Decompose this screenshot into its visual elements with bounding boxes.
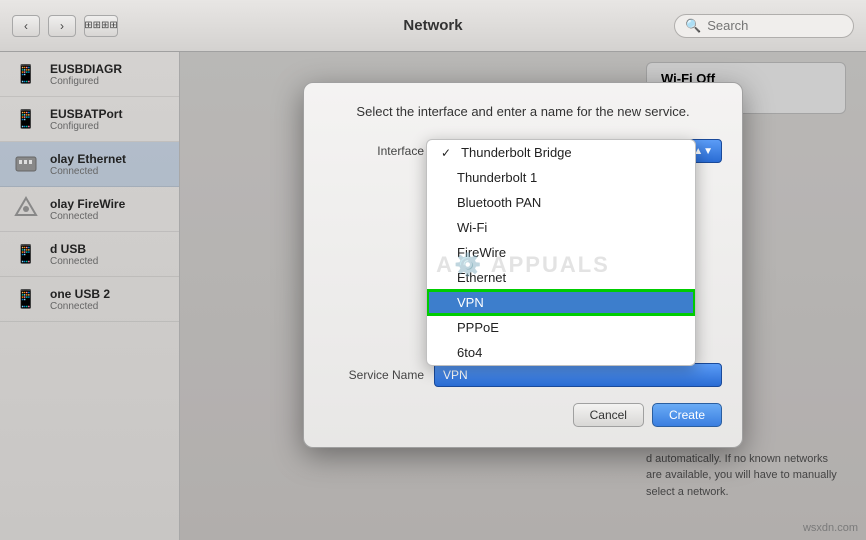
sidebar-item-name: one USB 2: [50, 287, 110, 301]
sidebar-item-firewire[interactable]: olay FireWire Connected: [0, 187, 179, 232]
dropdown-item-firewire[interactable]: FireWire: [427, 240, 695, 265]
device-icon: 📱: [10, 103, 42, 135]
firewire-icon: [10, 193, 42, 225]
nav-controls: ‹ › ⊞⊞⊞⊞: [12, 15, 118, 37]
interface-label: Interface: [324, 144, 434, 158]
grid-icon: ⊞⊞⊞⊞: [84, 20, 118, 31]
grid-button[interactable]: ⊞⊞⊞⊞: [84, 15, 118, 37]
main-area: 📱 EUSBDIAGR Configured 📱 EUSBATPort Conf…: [0, 52, 866, 540]
sidebar-item-name: EUSBATPort: [50, 107, 122, 121]
dialog-buttons: Cancel Create: [324, 403, 722, 427]
window-title: Network: [403, 17, 462, 34]
dropdown-item-bluetooth-pan[interactable]: Bluetooth PAN: [427, 190, 695, 215]
service-name-label: Service Name: [324, 368, 434, 382]
dropdown-item-label: FireWire: [457, 245, 506, 260]
sidebar-item-status: Configured: [50, 76, 122, 87]
back-button[interactable]: ‹: [12, 15, 40, 37]
dropdown-item-label: PPPoE: [457, 320, 499, 335]
dropdown-item-thunderbolt1[interactable]: Thunderbolt 1: [427, 165, 695, 190]
dropdown-item-label: Ethernet: [457, 270, 506, 285]
sidebar-item-ethernet[interactable]: olay Ethernet Connected: [0, 142, 179, 187]
usb2-icon: 📱: [10, 283, 42, 315]
dropdown-arrow-icon: ▲▼: [693, 146, 713, 157]
dropdown-item-pppoe[interactable]: PPPoE: [427, 315, 695, 340]
sidebar-item-usb[interactable]: 📱 d USB Connected: [0, 232, 179, 277]
dropdown-item-label: VPN: [457, 295, 484, 310]
sidebar-item-status: Connected: [50, 166, 126, 177]
dropdown-item-wifi[interactable]: Wi-Fi: [427, 215, 695, 240]
search-box[interactable]: 🔍: [674, 14, 854, 38]
dropdown-item-6to4[interactable]: 6to4: [427, 340, 695, 365]
ethernet-icon: [10, 148, 42, 180]
device-icon: 📱: [10, 58, 42, 90]
dropdown-item-label: Wi-Fi: [457, 220, 487, 235]
interface-row: Interface Thunderbolt Bridge ▲▼ ✓: [324, 139, 722, 163]
service-name-control: [434, 363, 722, 387]
interface-dropdown-container: Thunderbolt Bridge ▲▼ ✓ Thunderbolt Brid…: [434, 139, 722, 163]
title-bar: ‹ › ⊞⊞⊞⊞ Network 🔍: [0, 0, 866, 52]
usb-icon: 📱: [10, 238, 42, 270]
sidebar: 📱 EUSBDIAGR Configured 📱 EUSBATPort Conf…: [0, 52, 180, 540]
new-service-dialog: Select the interface and enter a name fo…: [303, 82, 743, 448]
sidebar-item-status: Connected: [50, 211, 125, 222]
dropdown-item-vpn[interactable]: VPN: [427, 290, 695, 315]
search-input[interactable]: [707, 18, 847, 33]
interface-control: Thunderbolt Bridge ▲▼ ✓ Thunderbolt Brid…: [434, 139, 722, 163]
dialog-title: Select the interface and enter a name fo…: [324, 103, 722, 121]
forward-icon: ›: [60, 19, 64, 33]
sidebar-item-status: Connected: [50, 256, 98, 267]
sidebar-item-usb2[interactable]: 📱 one USB 2 Connected: [0, 277, 179, 322]
sidebar-item-name: olay FireWire: [50, 197, 125, 211]
content-panel: Wi-Fi Off 9F-5G and d automatically. If …: [180, 52, 866, 540]
dropdown-item-ethernet[interactable]: Ethernet: [427, 265, 695, 290]
service-name-row: Service Name: [324, 363, 722, 387]
interface-dropdown-menu[interactable]: ✓ Thunderbolt Bridge Thunderbolt 1 Bluet…: [426, 139, 696, 366]
forward-button[interactable]: ›: [48, 15, 76, 37]
dropdown-item-thunderbolt-bridge[interactable]: ✓ Thunderbolt Bridge: [427, 140, 695, 165]
create-button[interactable]: Create: [652, 403, 722, 427]
dropdown-item-label: Thunderbolt 1: [457, 170, 537, 185]
dialog-overlay: Select the interface and enter a name fo…: [180, 52, 866, 540]
dropdown-item-label: Thunderbolt Bridge: [461, 145, 572, 160]
service-name-input[interactable]: [434, 363, 722, 387]
sidebar-item-eusbatport[interactable]: 📱 EUSBATPort Configured: [0, 97, 179, 142]
dropdown-item-label: Bluetooth PAN: [457, 195, 541, 210]
dropdown-item-label: 6to4: [457, 345, 482, 360]
checkmark-icon: ✓: [441, 146, 451, 160]
sidebar-item-name: EUSBDIAGR: [50, 62, 122, 76]
sidebar-item-eusbdiagr[interactable]: 📱 EUSBDIAGR Configured: [0, 52, 179, 97]
sidebar-item-name: olay Ethernet: [50, 152, 126, 166]
sidebar-item-status: Configured: [50, 121, 122, 132]
sidebar-item-name: d USB: [50, 242, 98, 256]
sidebar-item-status: Connected: [50, 301, 110, 312]
cancel-button[interactable]: Cancel: [573, 403, 644, 427]
back-icon: ‹: [24, 19, 28, 33]
search-icon: 🔍: [685, 18, 701, 34]
